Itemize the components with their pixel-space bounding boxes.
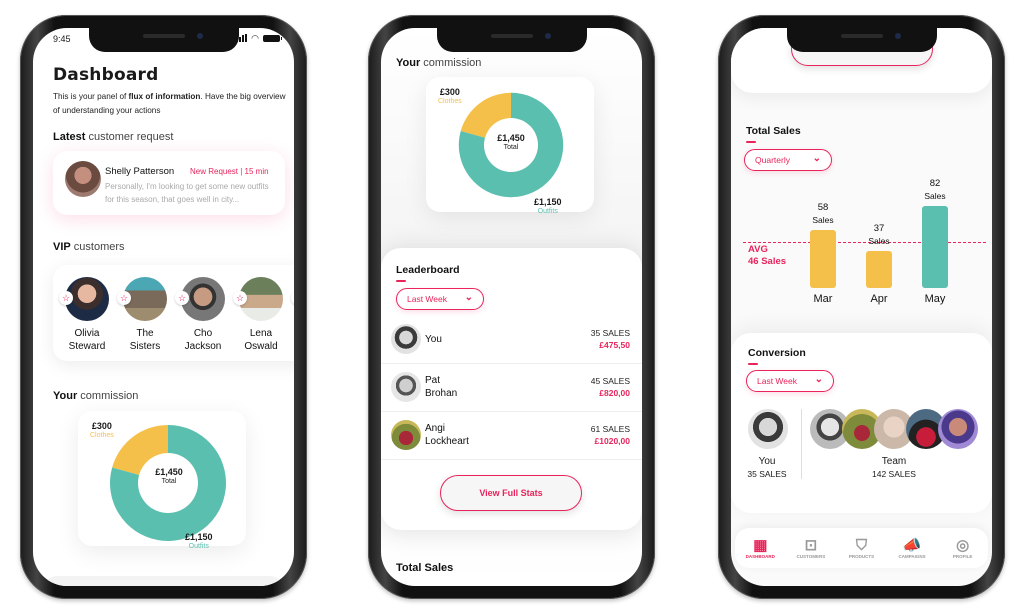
tab-dashboard[interactable]: ▦ DASHBOARD — [737, 536, 783, 559]
customer-request-card[interactable]: Shelly Patterson New Request | 15 min Pe… — [53, 151, 285, 215]
vip-customer[interactable]: ☆ Olivia Steward — [59, 277, 113, 353]
avatar — [391, 420, 421, 450]
leaderboard-sales: 35 SALES £475,50 — [590, 328, 630, 350]
leaderboard-sales: 45 SALES £820,00 — [590, 376, 630, 398]
phone-leaderboard: Your commission £300 Clothes £1,150 Outfit… — [368, 15, 655, 599]
leaderboard-name: You — [425, 334, 442, 345]
clothes-label: £300 Clothes — [90, 421, 114, 439]
title-underline — [396, 280, 406, 282]
commission-card: £300 Clothes £1,150 Outfits £1,450 Total — [78, 411, 246, 550]
star-icon: ☆ — [291, 291, 294, 305]
title-underline — [746, 141, 756, 143]
products-icon: ⛉ — [855, 536, 868, 554]
commission-total: £1,450 Total — [155, 467, 183, 485]
vip-heading: VIP customers — [53, 241, 125, 253]
vip-customer[interactable]: ☆ — [291, 277, 294, 321]
dashboard-icon: ▦ — [753, 536, 768, 554]
outfits-label: £1,150 Outfits — [534, 197, 562, 215]
commission-total: £1,450 Total — [497, 133, 525, 151]
star-icon: ☆ — [117, 291, 131, 305]
tab-campaigns[interactable]: 📣 CAMPAIGNS — [889, 536, 935, 559]
star-icon: ☆ — [175, 291, 189, 305]
bar-apr — [866, 251, 892, 288]
notch — [436, 28, 587, 52]
chevron-down-icon: ⌄ — [812, 153, 821, 164]
title-underline — [748, 363, 758, 365]
next-card-peek — [43, 576, 284, 586]
bar-value-label: 37 Sales — [868, 223, 890, 246]
conversion-card: Conversion Last Week ⌄ You 35 SALES Team 14… — [731, 333, 992, 513]
vip-customer[interactable]: ☆ The Sisters — [117, 277, 171, 353]
notch — [786, 28, 937, 52]
average-label: AVG 46 Sales — [748, 244, 787, 267]
leaderboard-name: Angi Lockheart — [425, 423, 469, 447]
x-tick-label: May — [924, 293, 946, 305]
phone-dashboard: 9:45 ◠ Dashboard This is your panel of f… — [20, 15, 307, 599]
leaderboard-period-dropdown[interactable]: Last Week ⌄ — [396, 288, 484, 310]
vip-customers-list[interactable]: ☆ Olivia Steward ☆ The Sisters ☆ Cho Jackso… — [53, 265, 294, 361]
bar-may — [922, 206, 948, 288]
bar-value-label: 82 Sales — [924, 178, 946, 201]
chevron-down-icon: ⌄ — [464, 292, 473, 303]
leaderboard-sales: 61 SALES £1020,00 — [590, 424, 630, 446]
you-avatar — [748, 409, 788, 449]
vip-customer[interactable]: ☆ Lena Oswald — [233, 277, 287, 353]
leaderboard-row[interactable]: You 35 SALES £475,50 — [381, 316, 642, 364]
phone-sales: View Full Stats Total Sales Quarterly⌄ A… — [718, 15, 1005, 599]
x-tick-label: Mar — [813, 293, 833, 305]
avatar — [391, 324, 421, 354]
view-full-stats-button[interactable]: View Full Stats — [440, 475, 582, 511]
leaderboard-name: Pat Brohan — [425, 375, 458, 399]
x-tick-label: Apr — [870, 293, 888, 305]
screen: View Full Stats Total Sales Quarterly⌄ A… — [731, 28, 992, 586]
outfits-label: £1,150 Outfits — [185, 532, 213, 550]
chevron-down-icon: ⌄ — [814, 374, 823, 385]
divider — [801, 409, 802, 479]
tab-customers[interactable]: ⊡ CUSTOMERS — [788, 536, 834, 559]
bottom-tab-bar: ▦ DASHBOARD ⊡ CUSTOMERS ⛉ PRODUCTS 📣 CAMPAIG… — [735, 528, 988, 568]
total-sales-chart: AVG 46 Sales 58 Sales Mar 37 Sales Apr 82 Sales Ma… — [731, 168, 992, 308]
leaderboard-card: Leaderboard Last Week ⌄ You 35 SALES £475,… — [381, 248, 642, 530]
notch — [88, 28, 239, 52]
commission-heading: Your commission — [53, 390, 139, 402]
commission-card: £300 Clothes £1,150 Outfits £1,450 Total — [426, 77, 594, 215]
leaderboard-title: Leaderboard — [396, 264, 460, 276]
donut-slice-clothes — [460, 92, 511, 138]
campaigns-icon: 📣 — [902, 536, 922, 554]
status-time: 9:45 — [53, 34, 71, 44]
screen: 9:45 ◠ Dashboard This is your panel of f… — [33, 28, 294, 586]
tab-profile[interactable]: ◎ PROFILE — [940, 536, 986, 559]
star-icon: ☆ — [59, 291, 73, 305]
bar-value-label: 58 Sales — [812, 202, 834, 225]
wifi-icon: ◠ — [251, 33, 259, 43]
request-customer-name: Shelly Patterson — [105, 166, 175, 177]
you-conversion: You 35 SALES — [747, 456, 787, 479]
request-badge: New Request | 15 min — [190, 167, 269, 176]
leaderboard-row[interactable]: Pat Brohan 45 SALES £820,00 — [381, 364, 642, 412]
conversion-title: Conversion — [748, 347, 806, 359]
total-sales-heading: Total Sales — [396, 562, 454, 574]
page-title: Dashboard — [53, 65, 159, 85]
vip-customer[interactable]: ☆ Cho Jackson — [175, 277, 229, 353]
avatar — [65, 161, 101, 197]
avatar — [391, 372, 421, 402]
request-message: Personally, I'm looking to get some new … — [105, 182, 269, 204]
latest-request-heading: Latest customer request — [53, 131, 174, 143]
battery-icon — [263, 34, 282, 42]
bar-mar — [810, 230, 836, 288]
commission-heading: Your commission — [396, 57, 482, 69]
conversion-period-dropdown[interactable]: Last Week ⌄ — [746, 370, 834, 392]
intro-text: This is your panel of flux of informatio… — [53, 92, 286, 115]
leaderboard-row[interactable]: Angi Lockheart 61 SALES £1020,00 — [381, 412, 642, 460]
team-conversion: Team 142 SALES — [872, 456, 916, 479]
total-sales-title: Total Sales — [746, 125, 801, 137]
customers-icon: ⊡ — [804, 536, 818, 554]
screen: Your commission £300 Clothes £1,150 Outfit… — [381, 28, 642, 586]
team-avatar — [938, 409, 978, 449]
clothes-label: £300 Clothes — [438, 87, 462, 105]
star-icon: ☆ — [233, 291, 247, 305]
profile-icon: ◎ — [956, 536, 970, 554]
tab-products[interactable]: ⛉ PRODUCTS — [838, 536, 884, 559]
